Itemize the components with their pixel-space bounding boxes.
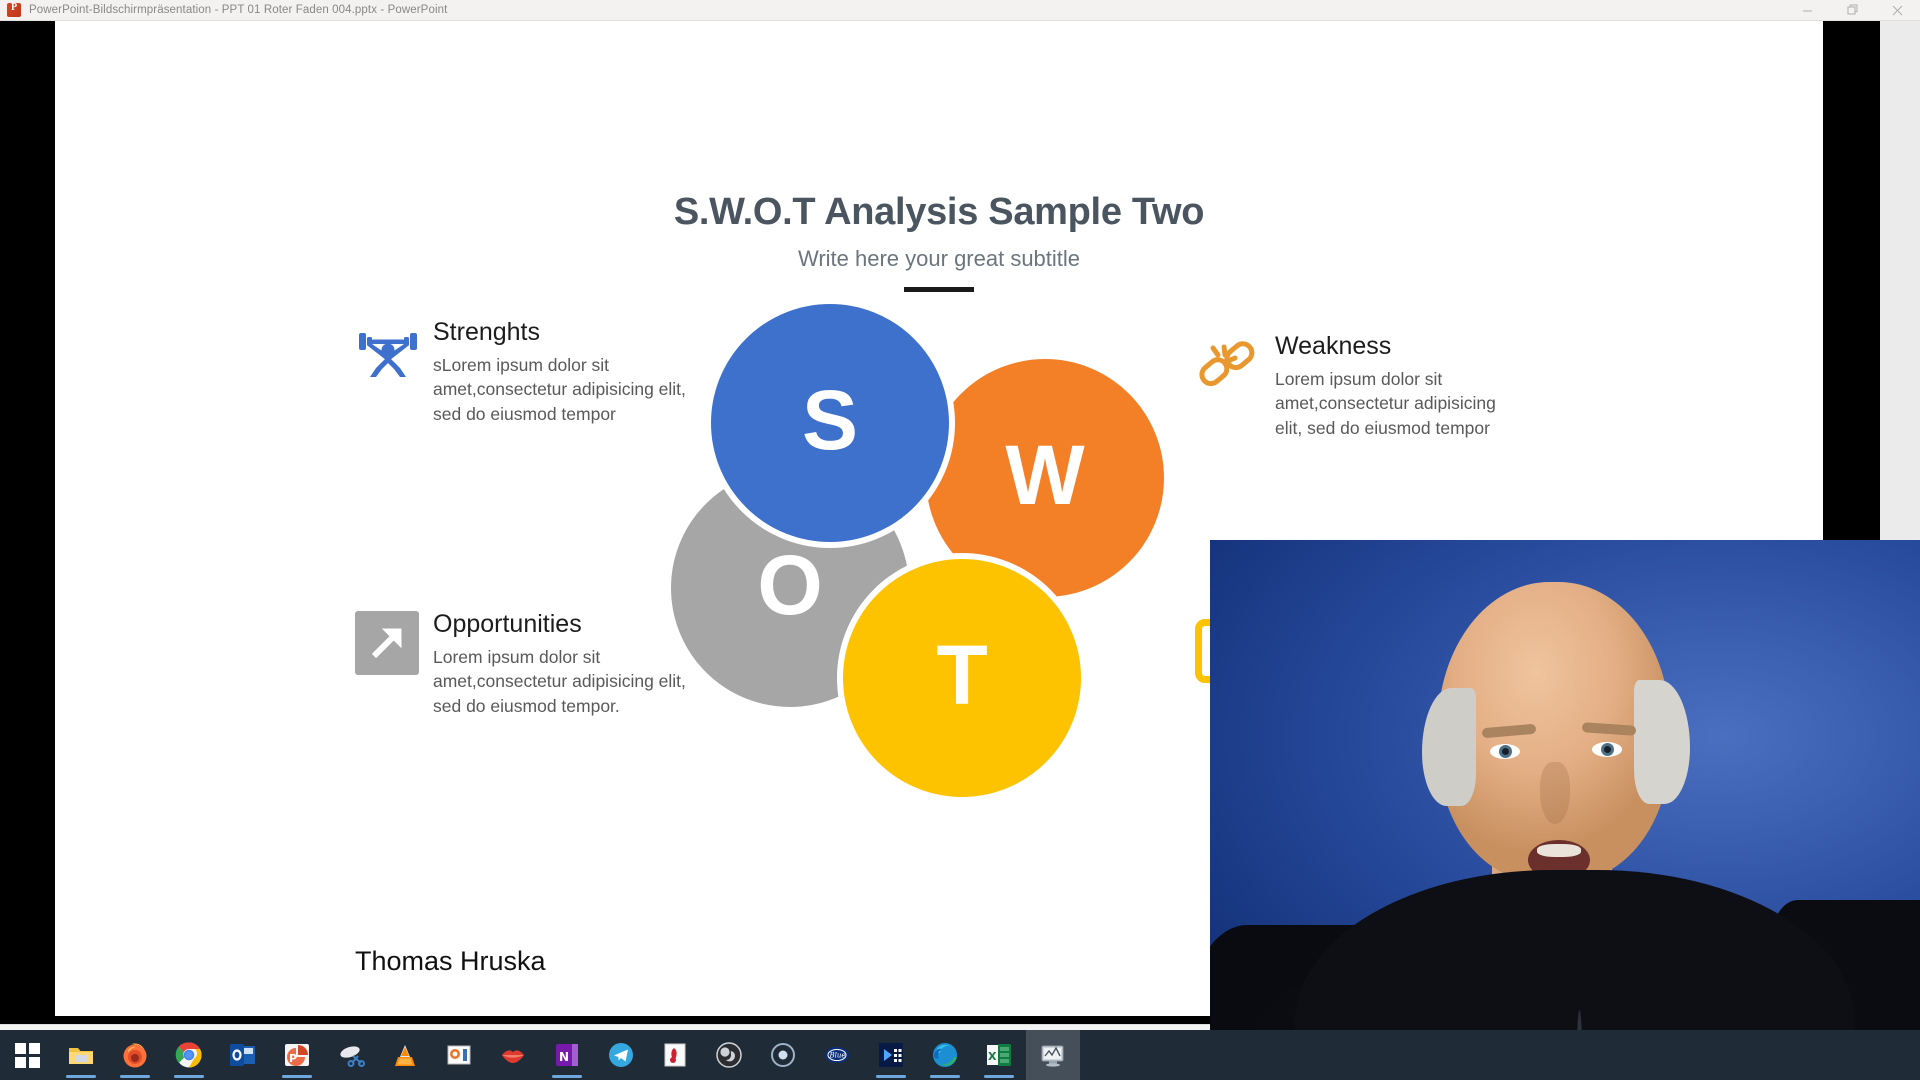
window-title-bar: PowerPoint-Bildschirmpräsentation - PPT …: [0, 0, 1920, 21]
swot-letter-t: T: [936, 627, 988, 722]
presenter-nose: [1540, 762, 1570, 824]
svg-text:P: P: [289, 1052, 297, 1065]
telegram-icon[interactable]: [594, 1030, 648, 1080]
broken-chain-icon: [1195, 333, 1261, 399]
quadrant-strengths: Strenghts sLorem ipsum dolor sit amet,co…: [355, 318, 695, 427]
window-controls: [1785, 0, 1920, 21]
svg-text:Blue: Blue: [829, 1052, 846, 1060]
swot-letter-w: W: [1005, 427, 1085, 522]
quadrant-text-strengths: sLorem ipsum dolor sit amet,consectetur …: [433, 354, 686, 425]
svg-text:N: N: [559, 1050, 569, 1064]
quadrant-title-opportunities: Opportunities: [433, 610, 582, 638]
display-settings-icon[interactable]: [1026, 1030, 1080, 1080]
excel-icon[interactable]: X: [972, 1030, 1026, 1080]
quadrant-opportunities: Opportunities Lorem ipsum dolor sit amet…: [355, 610, 695, 719]
microsoft-edge-icon[interactable]: [918, 1030, 972, 1080]
window-title-text: PowerPoint-Bildschirmpräsentation - PPT …: [29, 4, 448, 16]
swot-letter-o: O: [757, 537, 823, 632]
windows-taskbar[interactable]: P N Blue X: [0, 1030, 1920, 1080]
svg-text:X: X: [988, 1050, 997, 1063]
presenter-hair-right: [1634, 680, 1690, 804]
title-underline-rule: [904, 287, 974, 292]
vlc-icon[interactable]: [378, 1030, 432, 1080]
powerpoint-icon[interactable]: P: [270, 1030, 324, 1080]
minimize-icon[interactable]: [1785, 0, 1830, 21]
presenter-name: Thomas Hruska: [355, 946, 546, 976]
presenter-eye-left: [1490, 744, 1520, 759]
obs-studio-icon[interactable]: [702, 1030, 756, 1080]
snipping-tool-icon[interactable]: [324, 1030, 378, 1080]
swot-circle-threats: T: [837, 553, 1087, 803]
quadrant-text-opportunities: Lorem ipsum dolor sit amet,consectetur a…: [433, 646, 686, 717]
presenter-jacket: [1295, 870, 1855, 1030]
photo-viewer-icon[interactable]: [432, 1030, 486, 1080]
onenote-icon[interactable]: N: [540, 1030, 594, 1080]
presenter-webcam-overlay[interactable]: [1210, 540, 1920, 1030]
swot-circle-strengths: S: [705, 298, 955, 548]
outlook-icon[interactable]: [216, 1030, 270, 1080]
firefox-icon[interactable]: [108, 1030, 162, 1080]
quadrant-text-weakness: Lorem ipsum dolor sit amet,consectetur a…: [1275, 368, 1496, 439]
restore-icon[interactable]: [1830, 0, 1875, 21]
quadrant-title-weakness: Weakness: [1275, 332, 1392, 360]
powerpoint-icon: [7, 2, 21, 17]
swot-venn-diagram: S W O T: [665, 298, 1185, 818]
start-button-icon[interactable]: [0, 1030, 54, 1080]
video-editor-icon[interactable]: [864, 1030, 918, 1080]
blue-app-icon[interactable]: Blue: [810, 1030, 864, 1080]
lips-icon[interactable]: [486, 1030, 540, 1080]
google-chrome-icon[interactable]: [162, 1030, 216, 1080]
arrow-up-right-icon: [355, 611, 421, 677]
quadrant-title-strengths: Strenghts: [433, 318, 541, 346]
presenter-hair-left: [1422, 688, 1476, 806]
close-icon[interactable]: [1875, 0, 1920, 21]
camtasia-icon[interactable]: [648, 1030, 702, 1080]
swot-letter-s: S: [801, 372, 859, 467]
weightlifter-icon: [355, 319, 421, 385]
file-explorer-icon[interactable]: [54, 1030, 108, 1080]
quadrant-weakness: Weakness Lorem ipsum dolor sit amet,cons…: [1195, 332, 1525, 441]
slide-title: S.W.O.T Analysis Sample Two: [673, 191, 1205, 233]
presenter-eye-right: [1592, 742, 1622, 757]
recorder-icon[interactable]: [756, 1030, 810, 1080]
slide-subtitle: Write here your great subtitle: [797, 246, 1081, 271]
